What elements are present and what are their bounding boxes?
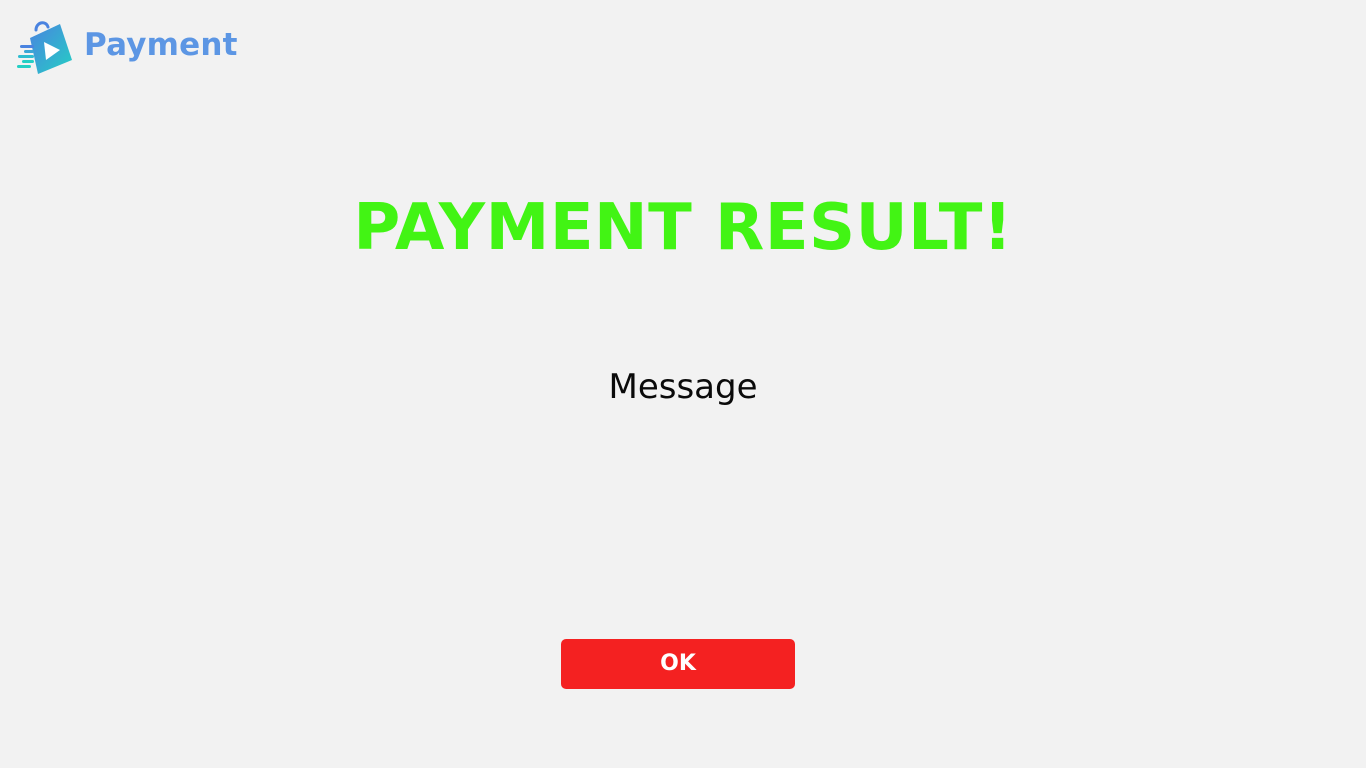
app-name: Payment: [84, 27, 238, 63]
result-message: Message: [608, 367, 758, 407]
ok-button[interactable]: OK: [561, 639, 795, 689]
payment-result-screen: Payment PAYMENT RESULT! Message OK: [0, 0, 1366, 768]
app-brand: Payment: [16, 20, 238, 74]
payment-result-title: PAYMENT RESULT!: [353, 191, 1013, 265]
shopping-bag-play-icon: [17, 21, 72, 74]
